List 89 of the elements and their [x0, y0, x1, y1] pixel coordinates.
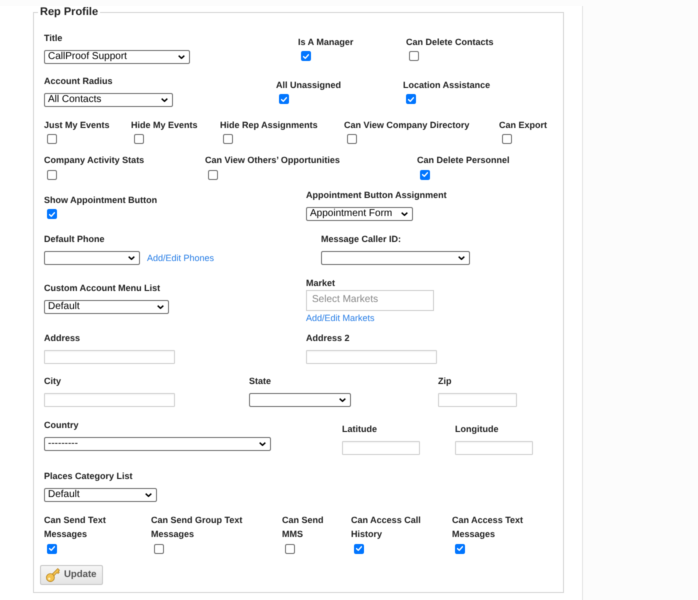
input-field[interactable] [342, 440, 420, 455]
checkbox[interactable] [354, 544, 364, 554]
checkbox[interactable] [134, 134, 144, 144]
field-label: Can Send Group Text Messages [151, 514, 244, 542]
checkbox[interactable] [455, 544, 465, 554]
checkbox[interactable] [223, 134, 233, 144]
checkmark-icon [281, 96, 287, 102]
field-label: State [249, 374, 272, 387]
field-label: Custom Account Menu List [44, 282, 160, 294]
field-label: Market [306, 276, 336, 289]
checkbox[interactable] [47, 544, 57, 554]
field-label: Is A Manager [298, 36, 354, 48]
field-label: Hide My Events [131, 118, 198, 131]
checkbox[interactable] [47, 209, 57, 220]
chevron-down-icon [128, 256, 135, 260]
chevron-down-icon [145, 492, 152, 497]
checkmark-icon [303, 54, 309, 58]
dropdown[interactable] [321, 250, 470, 265]
chevron-down-icon [161, 98, 168, 102]
field-label: Hide Rep Assignments [220, 118, 318, 131]
field-label: Default Phone [44, 232, 105, 245]
field-label: City [44, 374, 62, 387]
field-label: Location Assistance [403, 78, 490, 91]
field-label: Address [44, 332, 80, 344]
text-link[interactable]: Add/Edit Phones [147, 252, 214, 264]
checkbox[interactable] [502, 134, 512, 144]
field-label: Address 2 [306, 332, 350, 344]
checkbox[interactable] [47, 170, 57, 180]
chevron-down-icon [157, 304, 164, 309]
chevron-down-icon [339, 398, 346, 402]
checkmark-icon [49, 212, 55, 217]
dropdown[interactable]: CallProof Support [44, 50, 190, 64]
dropdown[interactable]: --------- [44, 436, 271, 451]
input-field[interactable] [438, 392, 517, 407]
field-label: Just My Events [44, 118, 110, 131]
dropdown[interactable] [249, 392, 351, 407]
dropdown[interactable]: All Contacts [44, 93, 173, 108]
checkmark-icon [356, 546, 362, 552]
field-label: Company Activity Stats [44, 154, 144, 166]
checkbox[interactable] [154, 544, 164, 554]
field-label: Country [44, 418, 78, 431]
dropdown[interactable] [44, 250, 140, 265]
field-label: Appointment Button Assignment [306, 189, 447, 202]
field-label: Account Radius [44, 75, 113, 88]
checkbox[interactable] [406, 94, 416, 104]
field-label: Can Export [499, 118, 548, 131]
field-label: All Unassigned [276, 78, 342, 91]
field-label: Can Send Text Messages [44, 514, 107, 542]
chevron-down-icon [458, 256, 465, 260]
checkmark-icon [408, 96, 414, 102]
checkbox[interactable] [47, 134, 57, 144]
field-label: Show Appointment Button [44, 194, 158, 206]
checkbox[interactable] [285, 544, 295, 554]
field-label: Zip [438, 374, 452, 387]
input-field[interactable] [306, 350, 437, 364]
checkbox[interactable] [420, 170, 430, 180]
input-field[interactable] [44, 350, 175, 364]
checkmark-icon [422, 172, 428, 178]
checkbox[interactable] [347, 134, 357, 144]
dropdown[interactable]: Default [44, 488, 157, 502]
field-label: Places Category List [44, 470, 133, 482]
text-link[interactable]: Add/Edit Markets [306, 312, 375, 324]
field-label: Can Delete Personnel [417, 154, 510, 166]
field-label: Can View Others’ Opportunities [205, 154, 340, 166]
field-label: Message Caller ID: [321, 232, 402, 245]
checkmark-icon [49, 546, 55, 552]
checkmark-icon [457, 546, 463, 552]
checkbox[interactable] [208, 170, 218, 180]
field-label: Can Delete Contacts [406, 36, 494, 48]
checkbox[interactable] [279, 94, 289, 104]
checkbox[interactable] [301, 51, 311, 61]
input-field[interactable] [44, 392, 175, 407]
update-button[interactable]: Update [40, 565, 103, 586]
field-label: Can Send MMS [282, 514, 325, 542]
checkbox[interactable] [409, 51, 419, 61]
panel-legend: Rep Profile [38, 6, 100, 19]
chevron-down-icon [259, 442, 266, 446]
field-label: Can Access Text Messages [452, 514, 524, 542]
field-label: Title [44, 32, 62, 44]
dropdown[interactable]: Default [44, 300, 169, 314]
field-label: Can View Company Directory [344, 118, 470, 131]
field-label: Latitude [342, 422, 377, 435]
chevron-down-icon [401, 212, 408, 216]
key-icon [46, 568, 60, 582]
input-field[interactable] [455, 440, 533, 455]
dropdown[interactable]: Appointment Form [306, 207, 413, 222]
chevron-down-icon [178, 55, 185, 59]
field-label: Longitude [455, 422, 498, 435]
field-label: Can Access Call History [351, 514, 422, 542]
